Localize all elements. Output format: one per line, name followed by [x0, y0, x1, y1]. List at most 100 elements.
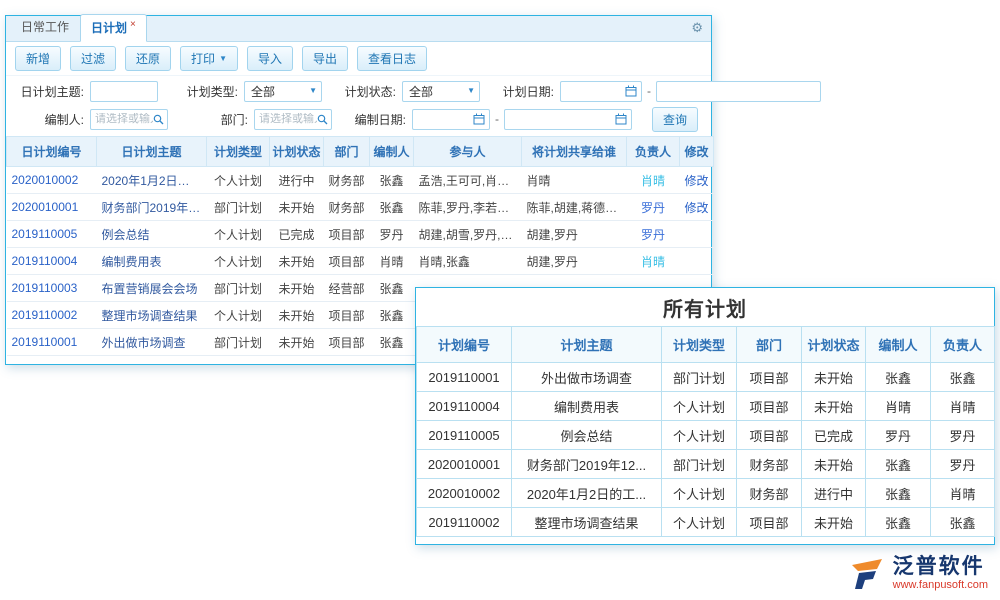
plan-date-from-input[interactable]	[560, 81, 642, 102]
column-header[interactable]: 参与人	[414, 137, 522, 167]
dept-search-input[interactable]	[254, 109, 332, 130]
filter-button[interactable]: 过滤	[70, 46, 116, 71]
plan-status-select[interactable]: 全部 ▼	[402, 81, 480, 102]
restore-button[interactable]: 还原	[125, 46, 171, 71]
calendar-icon[interactable]	[473, 113, 485, 125]
compile-date-from-input[interactable]	[412, 109, 490, 130]
calendar-icon[interactable]	[625, 85, 637, 97]
cell-dept: 项目部	[324, 248, 370, 275]
date-range-separator: -	[495, 112, 499, 126]
cell-dept: 项目部	[324, 221, 370, 248]
cell-compiler: 张鑫	[370, 275, 414, 302]
cell-id[interactable]: 2019110005	[7, 221, 97, 248]
cell-subject[interactable]: 财务部门2019年12月的...	[97, 194, 207, 221]
cell-subject[interactable]: 编制费用表	[97, 248, 207, 275]
filter-row-1: 日计划主题: 计划类型: 全部 ▼ 计划状态: 全部 ▼ 计划日期: -	[12, 77, 705, 105]
all-plans-row[interactable]: 2020010001财务部门2019年12...部门计划财务部未开始张鑫罗丹	[417, 450, 995, 479]
column-header[interactable]: 将计划共享给谁	[522, 137, 627, 167]
cell-share: 胡建,罗丹	[522, 248, 627, 275]
cell-participants: 胡建,胡雪,罗丹,任晓...	[414, 221, 522, 248]
cell-id[interactable]: 2019110004	[7, 248, 97, 275]
print-button[interactable]: 打印▼	[180, 46, 238, 71]
cell: 未开始	[802, 508, 866, 537]
cell: 个人计划	[662, 421, 737, 450]
column-header[interactable]: 计划类型	[662, 327, 737, 363]
compiler-search-field[interactable]	[95, 113, 153, 125]
cell-compiler: 罗丹	[370, 221, 414, 248]
all-plans-row[interactable]: 2019110002整理市场调查结果个人计划项目部未开始张鑫张鑫	[417, 508, 995, 537]
cell-status: 已完成	[270, 221, 324, 248]
plan-date-filter-label: 计划日期:	[496, 83, 554, 100]
all-plans-row[interactable]: 2019110005例会总结个人计划项目部已完成罗丹罗丹	[417, 421, 995, 450]
cell-subject[interactable]: 2020年1月2日的工作日...	[97, 167, 207, 194]
tab-daily-work[interactable]: 日常工作	[10, 13, 80, 41]
fanpu-branding: 泛普软件 www.fanpusoft.com	[849, 555, 988, 592]
cell: 肖晴	[931, 479, 995, 508]
settings-icon[interactable]: ⚙	[691, 21, 703, 34]
cell-owner: 罗丹	[627, 221, 680, 248]
export-button[interactable]: 导出	[302, 46, 348, 71]
cell: 例会总结	[512, 421, 662, 450]
all-plans-row[interactable]: 20200100022020年1月2日的工...个人计划财务部进行中张鑫肖晴	[417, 479, 995, 508]
daily-plan-row[interactable]: 2019110005例会总结个人计划已完成项目部罗丹胡建,胡雪,罗丹,任晓...…	[7, 221, 714, 248]
all-plans-row[interactable]: 2019110001外出做市场调查部门计划项目部未开始张鑫张鑫	[417, 363, 995, 392]
column-header[interactable]: 日计划编号	[7, 137, 97, 167]
column-header[interactable]: 计划编号	[417, 327, 512, 363]
tab-bar: 日常工作 日计划× ⚙	[6, 16, 711, 42]
subject-filter-input[interactable]	[90, 81, 158, 102]
column-header[interactable]: 编制人	[866, 327, 931, 363]
tab-daily-plan[interactable]: 日计划×	[80, 14, 147, 42]
cell-subject[interactable]: 外出做市场调查	[97, 329, 207, 356]
cell-id[interactable]: 2019110001	[7, 329, 97, 356]
query-button[interactable]: 查询	[652, 107, 698, 132]
search-icon[interactable]	[153, 114, 164, 125]
close-icon[interactable]: ×	[130, 19, 136, 30]
cell: 已完成	[802, 421, 866, 450]
column-header[interactable]: 编制人	[370, 137, 414, 167]
compiler-search-input[interactable]	[90, 109, 168, 130]
cell-id[interactable]: 2020010001	[7, 194, 97, 221]
cell-subject[interactable]: 例会总结	[97, 221, 207, 248]
import-button[interactable]: 导入	[247, 46, 293, 71]
search-icon[interactable]	[317, 114, 328, 125]
column-header[interactable]: 负责人	[931, 327, 995, 363]
column-header[interactable]: 计划状态	[802, 327, 866, 363]
column-header[interactable]: 部门	[324, 137, 370, 167]
cell: 张鑫	[931, 508, 995, 537]
all-plans-title: 所有计划	[416, 288, 994, 326]
cell-id[interactable]: 2020010002	[7, 167, 97, 194]
all-plans-row[interactable]: 2019110004编制费用表个人计划项目部未开始肖晴肖晴	[417, 392, 995, 421]
daily-plan-row[interactable]: 2020010001财务部门2019年12月的...部门计划未开始财务部张鑫陈菲…	[7, 194, 714, 221]
cell-type: 个人计划	[207, 248, 270, 275]
column-header[interactable]: 计划类型	[207, 137, 270, 167]
cell: 未开始	[802, 450, 866, 479]
plan-type-select[interactable]: 全部 ▼	[244, 81, 322, 102]
dept-search-field[interactable]	[259, 113, 317, 125]
column-header[interactable]: 计划主题	[512, 327, 662, 363]
cell-modify[interactable]: 修改	[680, 194, 714, 221]
cell-status: 未开始	[270, 329, 324, 356]
cell-subject[interactable]: 整理市场调查结果	[97, 302, 207, 329]
calendar-icon[interactable]	[615, 113, 627, 125]
cell: 财务部	[737, 450, 802, 479]
cell: 财务部	[737, 479, 802, 508]
column-header[interactable]: 负责人	[627, 137, 680, 167]
cell-owner: 罗丹	[627, 194, 680, 221]
cell-modify[interactable]: 修改	[680, 167, 714, 194]
cell-id[interactable]: 2019110002	[7, 302, 97, 329]
plan-date-to-input[interactable]	[656, 81, 821, 102]
cell-subject[interactable]: 布置营销展会会场	[97, 275, 207, 302]
cell: 2019110002	[417, 508, 512, 537]
column-header[interactable]: 部门	[737, 327, 802, 363]
column-header[interactable]: 日计划主题	[97, 137, 207, 167]
cell-dept: 经营部	[324, 275, 370, 302]
daily-plan-row[interactable]: 2019110004编制费用表个人计划未开始项目部肖晴肖晴,张鑫胡建,罗丹肖晴	[7, 248, 714, 275]
daily-plan-row[interactable]: 20200100022020年1月2日的工作日...个人计划进行中财务部张鑫孟浩…	[7, 167, 714, 194]
cell-id[interactable]: 2019110003	[7, 275, 97, 302]
view-log-button[interactable]: 查看日志	[357, 46, 427, 71]
column-header[interactable]: 计划状态	[270, 137, 324, 167]
new-button[interactable]: 新增	[15, 46, 61, 71]
compile-date-to-input[interactable]	[504, 109, 632, 130]
cell: 未开始	[802, 392, 866, 421]
column-header[interactable]: 修改	[680, 137, 714, 167]
